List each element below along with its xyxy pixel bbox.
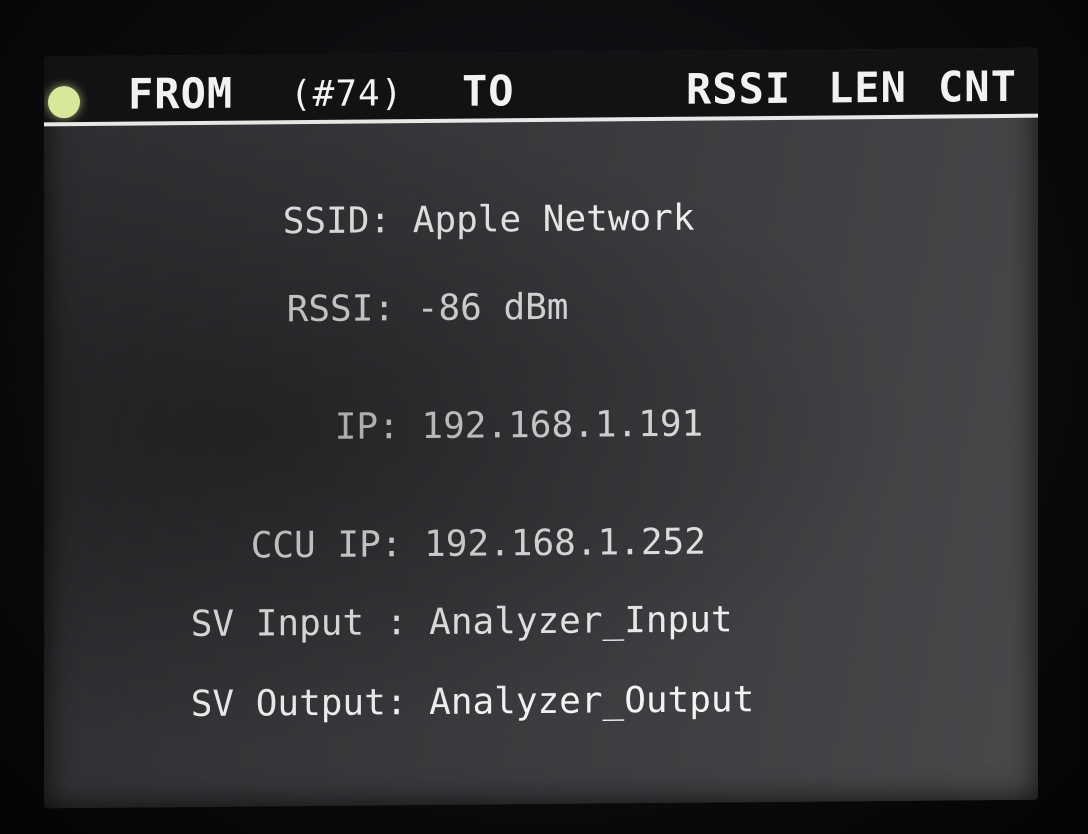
ccu-ip-label: CCU IP: <box>250 524 403 567</box>
column-header-from: FROM <box>128 68 234 119</box>
sv-output-value: Analyzer_Output <box>429 679 755 723</box>
ssid-label: SSID: <box>282 200 392 243</box>
sv-input-value: Analyzer_Input <box>429 599 733 643</box>
column-header-to: TO <box>462 66 515 116</box>
column-header-rssi: RSSI <box>686 63 792 114</box>
column-header-cnt: CNT <box>938 61 1017 112</box>
packet-count: (#74) <box>290 73 404 116</box>
ssid-value: Apple Network <box>412 197 695 242</box>
status-indicator <box>48 86 80 119</box>
sv-output-label: SV Output: <box>190 682 408 726</box>
ip-value: 192.168.1.191 <box>421 403 704 448</box>
rssi-value: -86 dBm <box>416 286 569 330</box>
device-screen: FROM (#74) TO RSSI LEN CNT SSID: Apple N… <box>44 47 1038 809</box>
ip-row: IP: 192.168.1.191 <box>248 363 703 490</box>
rssi-label: RSSI: <box>286 288 396 331</box>
column-header-len: LEN <box>828 62 907 113</box>
sv-input-label: SV Input : <box>190 602 408 646</box>
ip-label: IP: <box>334 406 400 448</box>
rssi-row: RSSI: -86 dBm <box>200 246 569 372</box>
sv-output-row: SV Output: Analyzer_Output <box>104 638 755 767</box>
